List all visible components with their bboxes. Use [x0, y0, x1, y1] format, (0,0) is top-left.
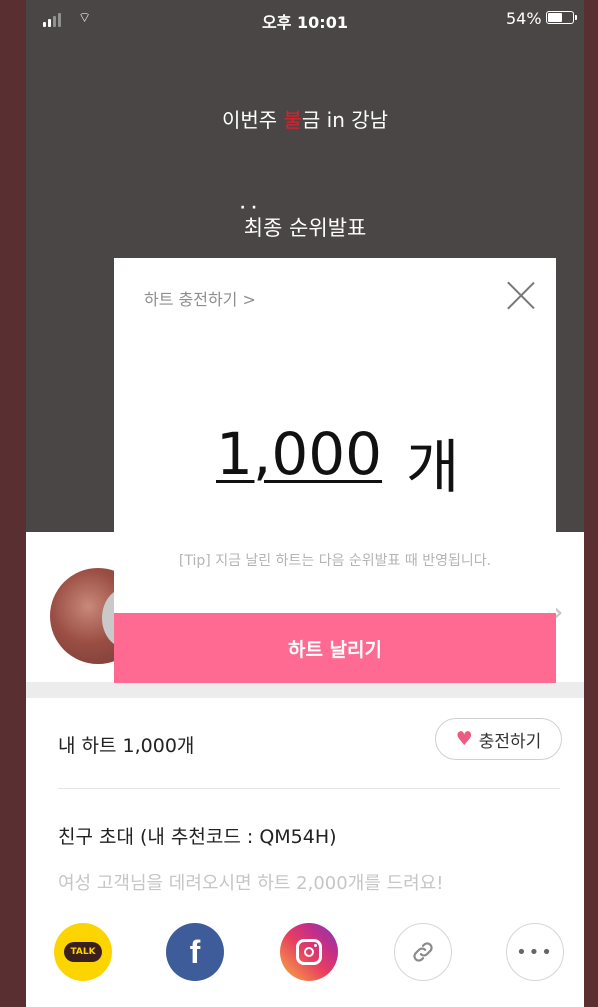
heart-amount-unit: 개	[406, 433, 460, 501]
invite-title: 친구 초대 (내 추천코드 : QM54H)	[58, 826, 337, 848]
status-time: 오후 10:01	[262, 13, 348, 32]
my-hearts-row: 내 하트 1,000개 ♥ 충전하기	[26, 698, 584, 788]
tip-text: [Tip] 지금 날린 하트는 다음 순위발표 때 반영됩니다.	[178, 553, 492, 569]
kakaotalk-icon: TALK	[64, 942, 102, 962]
more-share-button[interactable]: •••	[506, 923, 564, 981]
instagram-icon	[296, 939, 322, 965]
charge-button-label: 충전하기	[478, 731, 542, 752]
heart-amount[interactable]: 1,000	[216, 420, 382, 488]
my-hearts-label: 내 하트 1,000개	[58, 735, 195, 757]
divider	[58, 788, 560, 789]
copy-link-button[interactable]	[394, 923, 452, 981]
event-subtitle: 최종 순위발표	[243, 216, 367, 240]
status-bar: ⌔ 오후 10:01 54%	[26, 0, 584, 40]
charge-button[interactable]: ♥ 충전하기	[435, 718, 562, 760]
more-icon: •••	[516, 941, 554, 963]
invite-description: 여성 고객님을 데려오시면 하트 2,000개를 드려요!	[58, 873, 444, 894]
heart-icon: ♥	[455, 728, 473, 750]
app-screen: ⌔ 오후 10:01 54% 이번주 불금 in 강남 ·· 최종 순위발표 i…	[26, 0, 584, 1007]
send-hearts-button[interactable]: 하트 날리기	[114, 613, 556, 683]
battery-percent: 54%	[506, 9, 542, 28]
instagram-share-button[interactable]	[280, 923, 338, 981]
facebook-icon: f	[189, 933, 201, 970]
link-icon	[413, 942, 433, 962]
close-icon[interactable]	[506, 280, 536, 310]
share-bar: TALK f •••	[54, 923, 574, 983]
send-hearts-modal: 하트 충전하기 > 1,000 개 [Tip] 지금 날린 하트는 다음 순위발…	[114, 258, 556, 683]
kakaotalk-share-button[interactable]: TALK	[54, 923, 112, 981]
charge-hearts-link[interactable]: 하트 충전하기 >	[144, 286, 256, 310]
facebook-share-button[interactable]: f	[166, 923, 224, 981]
event-title: 이번주 불금 in 강남	[221, 108, 389, 132]
battery-icon	[546, 11, 577, 24]
section-divider	[26, 682, 584, 698]
